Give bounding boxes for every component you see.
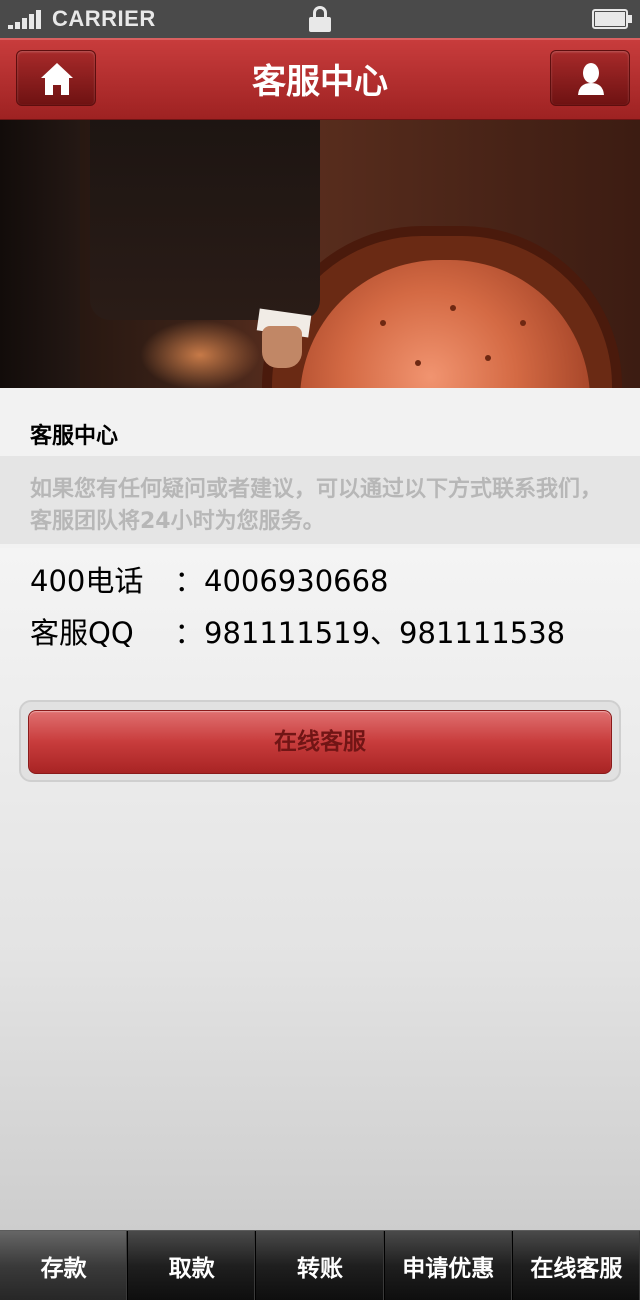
bottom-tab-bar: 存款 取款 转账 申请优惠 在线客服 bbox=[0, 1230, 640, 1300]
tab-transfer[interactable]: 转账 bbox=[256, 1231, 385, 1300]
section-title: 客服中心 bbox=[30, 424, 119, 449]
tab-withdraw[interactable]: 取款 bbox=[128, 1231, 257, 1300]
person-figure bbox=[0, 120, 80, 388]
contact-label: 400电话 bbox=[30, 564, 144, 598]
user-icon bbox=[578, 63, 604, 95]
tab-deposit[interactable]: 存款 bbox=[0, 1231, 129, 1300]
person-figure-suit bbox=[90, 120, 320, 320]
carrier-label: CARRIER bbox=[52, 6, 156, 31]
tab-promotions[interactable]: 申请优惠 bbox=[385, 1231, 513, 1300]
intro-description: 如果您有任何疑问或者建议，可以通过以下方式联系我们，客服团队将24小时为您服务。 bbox=[30, 477, 603, 534]
contact-row-qq: 客服QQ ：981111519、981111538 bbox=[30, 610, 630, 652]
page-title: 客服中心 bbox=[252, 62, 388, 102]
contact-separator: ： bbox=[174, 564, 204, 598]
app-header: 客服中心 bbox=[0, 38, 640, 120]
lock-icon bbox=[309, 6, 331, 32]
intro-section: 客服中心 如果您有任何疑问或者建议，可以通过以下方式联系我们，客服团队将24小时… bbox=[0, 388, 640, 548]
tab-online-service[interactable]: 在线客服 bbox=[513, 1231, 640, 1300]
user-button[interactable] bbox=[550, 50, 630, 106]
contact-label: 客服QQ bbox=[30, 616, 134, 650]
battery-icon bbox=[592, 9, 632, 29]
signal-strength-icon bbox=[8, 9, 48, 29]
contact-value[interactable]: 981111519、981111538 bbox=[204, 616, 565, 650]
status-bar: CARRIER bbox=[0, 0, 640, 38]
hero-banner-image bbox=[0, 120, 640, 388]
online-service-button[interactable]: 在线客服 bbox=[28, 710, 612, 774]
contact-value[interactable]: 4006930668 bbox=[204, 564, 389, 598]
contact-separator: ： bbox=[174, 616, 204, 650]
contact-row-phone: 400电话 ：4006930668 bbox=[30, 558, 630, 600]
